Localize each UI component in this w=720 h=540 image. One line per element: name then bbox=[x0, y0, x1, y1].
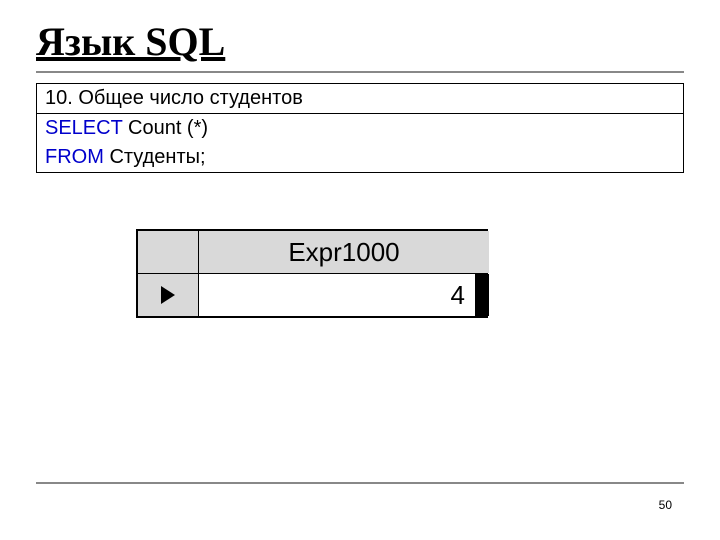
title-underline bbox=[36, 71, 684, 73]
sql-keyword: FROM bbox=[45, 146, 104, 168]
code-line-2: FROM Студенты; bbox=[37, 143, 683, 172]
code-line-1: SELECT Count (*) bbox=[37, 114, 683, 143]
sql-code-box: 10. Общее число студентов SELECT Count (… bbox=[36, 83, 684, 173]
sql-keyword: SELECT bbox=[45, 117, 122, 139]
column-header: Expr1000 bbox=[199, 231, 489, 273]
row-selector-icon bbox=[138, 274, 198, 316]
result-value: 4 bbox=[451, 280, 465, 311]
code-text: Count (*) bbox=[122, 117, 208, 139]
result-grid: Expr1000 4 bbox=[136, 229, 488, 318]
code-text: Студенты; bbox=[104, 146, 206, 168]
code-header: 10. Общее число студентов bbox=[37, 84, 683, 114]
result-grid-container: Expr1000 4 bbox=[136, 229, 488, 318]
result-value-cell: 4 bbox=[199, 274, 489, 316]
grid-corner-cell bbox=[138, 231, 198, 273]
page-number: 50 bbox=[659, 498, 672, 512]
footer-rule bbox=[36, 482, 684, 484]
page-title: Язык SQL bbox=[36, 14, 684, 65]
